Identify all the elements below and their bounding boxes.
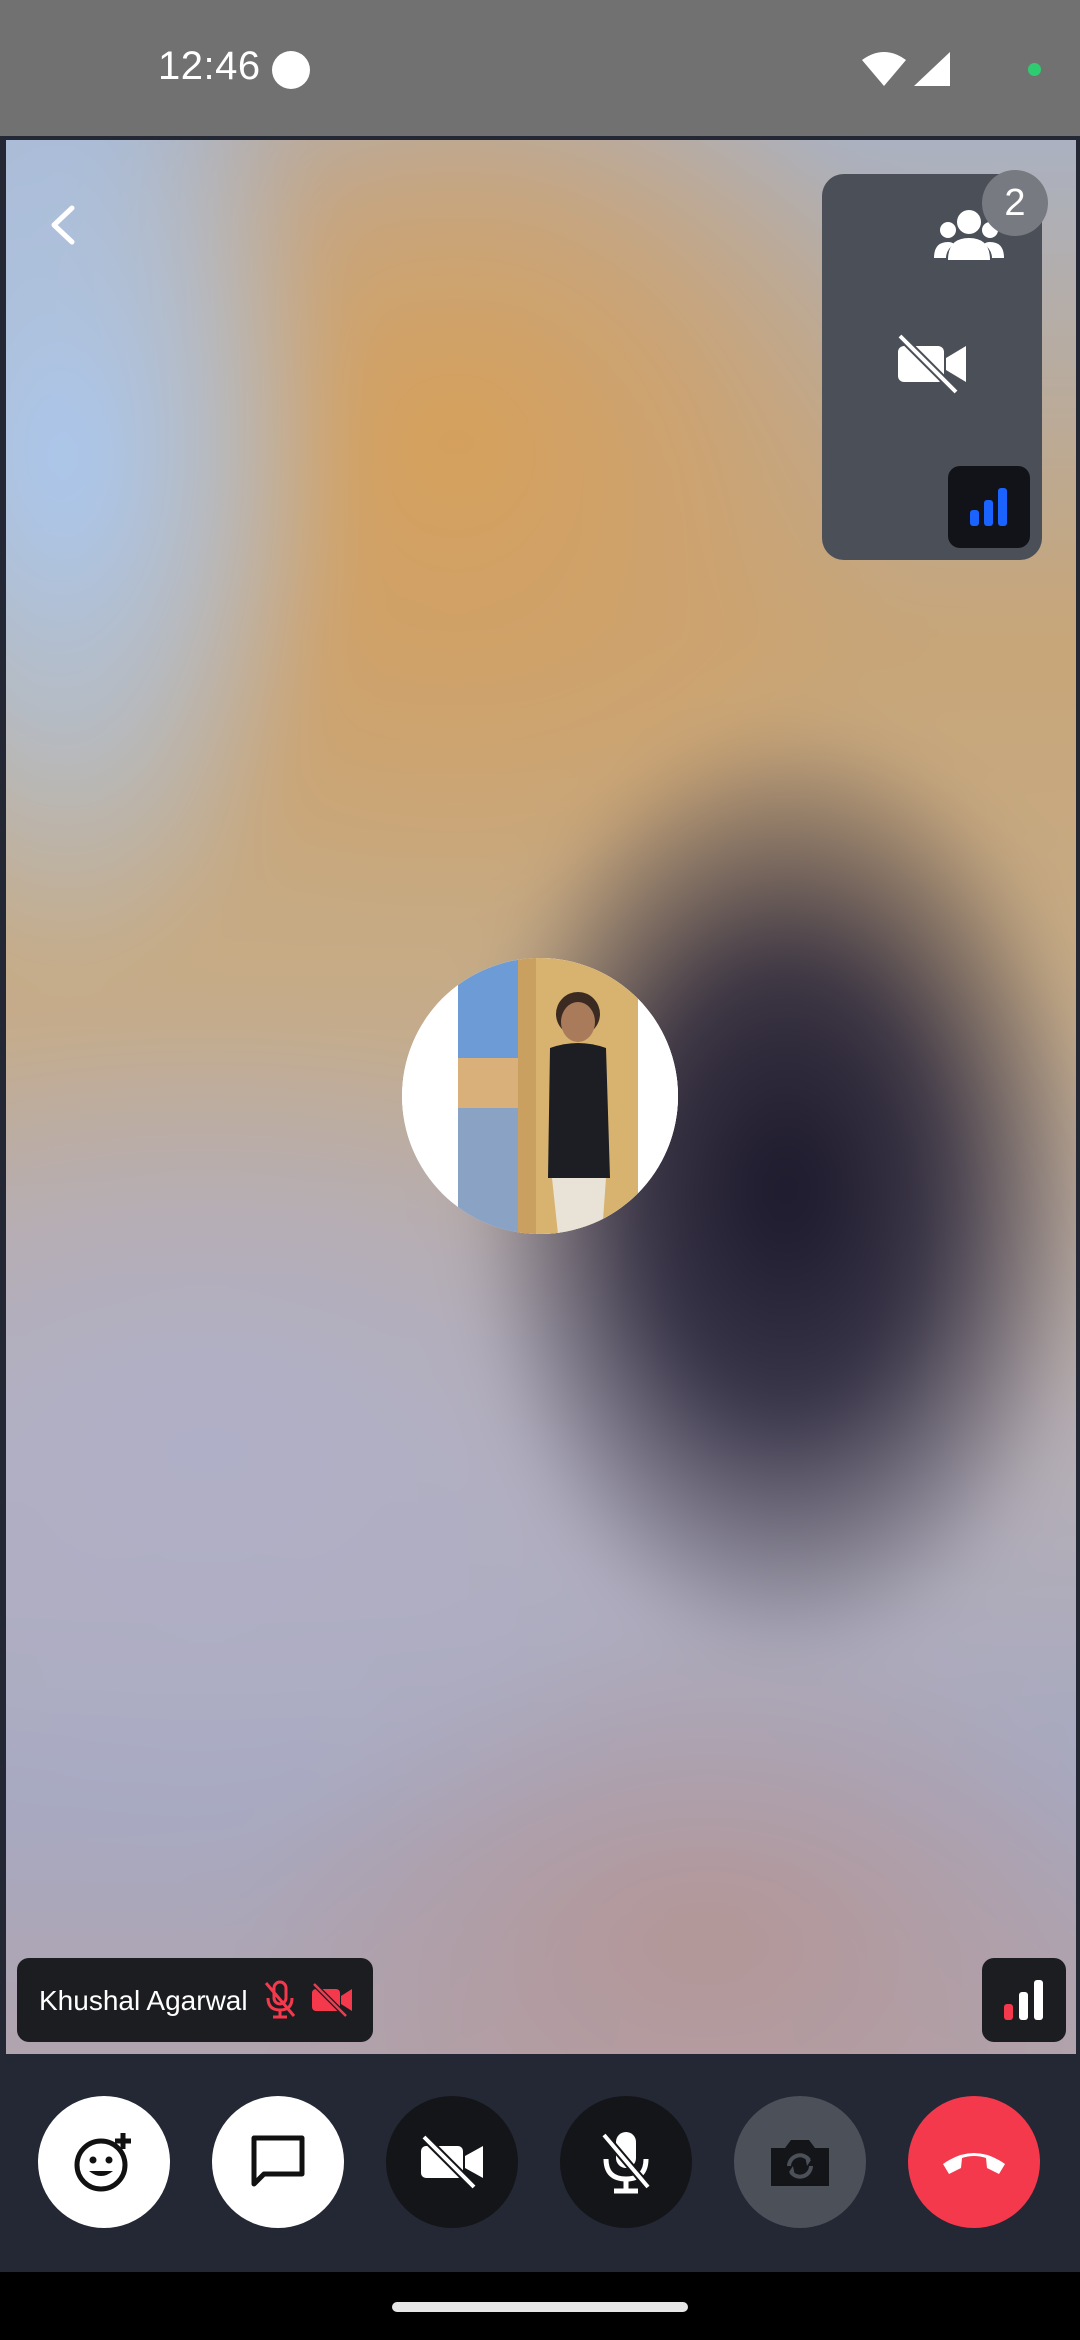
chat-bubble-icon — [251, 2135, 305, 2187]
mic-off-icon — [600, 2132, 652, 2194]
notification-dot-icon — [272, 51, 310, 89]
participant-name-tag: Khushal Agarwal — [17, 1958, 373, 2042]
poor-signal-icon — [1004, 1980, 1043, 2020]
privacy-indicator-icon — [1028, 63, 1041, 76]
camera-flip-icon — [771, 2140, 829, 2186]
home-indicator[interactable] — [392, 2302, 688, 2312]
toggle-video-button[interactable] — [386, 2096, 518, 2228]
mic-muted-icon — [264, 1980, 296, 2019]
status-time: 12:46 — [158, 44, 261, 88]
status-icons — [780, 0, 1080, 136]
remote-video-area: 2 Khushal Agarwal — [6, 140, 1076, 2054]
end-call-button[interactable] — [908, 2096, 1040, 2228]
cellular-signal-icon — [914, 52, 950, 86]
signal-strength-icon — [970, 488, 1007, 526]
video-off-icon — [421, 2134, 483, 2190]
video-off-icon — [897, 333, 966, 394]
participant-count-badge: 2 — [982, 170, 1048, 236]
add-reaction-button[interactable] — [38, 2096, 170, 2228]
gesture-nav-bar — [0, 2272, 1080, 2340]
toggle-mic-button[interactable] — [560, 2096, 692, 2228]
phone-hangup-icon — [943, 2153, 1005, 2174]
self-view-tile[interactable]: 2 — [822, 170, 1048, 560]
participant-name: Khushal Agarwal — [39, 1985, 248, 2016]
status-bar: 12:46 — [0, 0, 1080, 136]
avatar-photo — [402, 958, 678, 1234]
self-connection-quality — [948, 466, 1030, 548]
back-button[interactable] — [40, 200, 90, 250]
emoji-add-icon — [74, 2133, 131, 2192]
video-muted-icon — [312, 1982, 352, 2018]
wifi-icon — [862, 52, 906, 86]
chat-button[interactable] — [212, 2096, 344, 2228]
participant-avatar — [402, 958, 678, 1234]
call-controls — [0, 2056, 1080, 2272]
flip-camera-button[interactable] — [734, 2096, 866, 2228]
remote-connection-quality — [982, 1958, 1066, 2042]
